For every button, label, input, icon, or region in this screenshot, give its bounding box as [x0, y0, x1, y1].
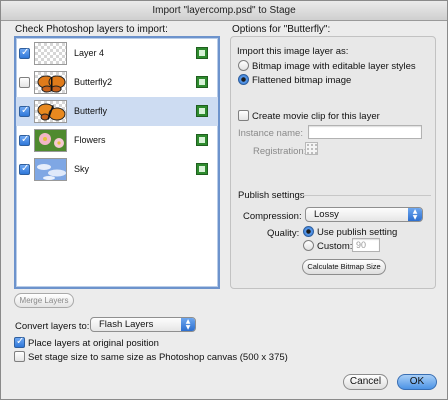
sky-thumbnail — [34, 158, 67, 181]
cancel-button[interactable]: Cancel — [343, 374, 388, 390]
publish-divider — [302, 195, 431, 196]
layer-row-butterfly2[interactable]: Butterfly2 — [16, 68, 218, 97]
layers-panel-header: Check Photoshop layers to import: — [15, 24, 168, 35]
options-panel-header: Options for "Butterfly": — [232, 24, 331, 35]
layer-name: Layer 4 — [74, 48, 105, 58]
calculate-bitmap-size-button[interactable]: Calculate Bitmap Size — [302, 259, 386, 275]
instance-name-field[interactable] — [308, 125, 422, 139]
layer-options-icon[interactable] — [196, 47, 208, 59]
stage-size-label[interactable]: Set stage size to same size as Photoshop… — [28, 352, 288, 363]
custom-quality-radio[interactable] — [303, 240, 314, 251]
layer-checkbox[interactable] — [19, 47, 30, 59]
options-panel: Import this image layer as: Bitmap image… — [230, 36, 436, 289]
registration-grid[interactable] — [305, 142, 318, 155]
flattened-bitmap-radio[interactable] — [238, 74, 249, 85]
place-original-label[interactable]: Place layers at original position — [28, 338, 159, 349]
window-title: Import "layercomp.psd" to Stage — [1, 1, 447, 21]
layer-name: Butterfly2 — [74, 77, 113, 87]
layers-list[interactable]: Layer 4 Butterfly2 Butterfly — [14, 36, 220, 289]
publish-settings-header: Publish settings — [238, 190, 305, 201]
compression-select[interactable]: Lossy ▲ ▼ — [305, 207, 423, 222]
bitmap-editable-label[interactable]: Bitmap image with editable layer styles — [252, 61, 416, 72]
transparent-thumbnail — [34, 42, 67, 65]
movie-clip-label[interactable]: Create movie clip for this layer — [252, 111, 380, 122]
stage-size-checkbox[interactable] — [14, 351, 25, 362]
convert-layers-select[interactable]: Flash Layers ▲ ▼ — [90, 317, 196, 332]
chevron-updown-icon: ▲ ▼ — [181, 318, 195, 331]
layer-row-flowers[interactable]: Flowers — [16, 126, 218, 155]
custom-quality-label[interactable]: Custom: — [317, 241, 352, 252]
import-dialog: Import "layercomp.psd" to Stage Check Ph… — [0, 0, 448, 400]
quality-label: Quality: — [267, 228, 300, 239]
layer-name: Sky — [74, 164, 90, 174]
layer-name: Flowers — [74, 135, 106, 145]
use-publish-setting-label[interactable]: Use publish setting — [317, 227, 397, 238]
layer-options-icon[interactable] — [196, 134, 208, 146]
butterfly-thumbnail — [34, 100, 67, 123]
convert-layers-value: Flash Layers — [99, 319, 154, 330]
layer-checkbox[interactable] — [19, 134, 30, 146]
layer-name: Butterfly — [74, 106, 108, 116]
layer-options-icon[interactable] — [196, 76, 208, 88]
instance-name-label: Instance name: — [238, 128, 303, 139]
registration-label: Registration: — [253, 146, 307, 157]
layer-options-icon[interactable] — [196, 105, 208, 117]
import-as-label: Import this image layer as: — [237, 46, 349, 57]
place-original-checkbox[interactable] — [14, 336, 25, 348]
layer-row-layer-4[interactable]: Layer 4 — [16, 39, 218, 68]
convert-layers-label: Convert layers to: — [15, 321, 90, 332]
flowers-thumbnail — [34, 129, 67, 152]
use-publish-setting-radio[interactable] — [303, 226, 314, 237]
movie-clip-checkbox[interactable] — [238, 110, 249, 121]
layer-row-butterfly[interactable]: Butterfly — [16, 97, 218, 126]
custom-quality-field[interactable]: 90 — [352, 238, 380, 252]
compression-value: Lossy — [314, 209, 339, 220]
layer-checkbox[interactable] — [19, 105, 30, 117]
flattened-bitmap-label[interactable]: Flattened bitmap image — [252, 75, 351, 86]
bitmap-editable-radio[interactable] — [238, 60, 249, 71]
layer-checkbox[interactable] — [19, 163, 30, 175]
layer-checkbox[interactable] — [19, 77, 30, 88]
layer-options-icon[interactable] — [196, 163, 208, 175]
layer-row-sky[interactable]: Sky — [16, 155, 218, 184]
chevron-updown-icon: ▲ ▼ — [408, 208, 422, 221]
compression-label: Compression: — [243, 211, 302, 222]
butterfly-thumbnail — [34, 71, 67, 94]
ok-button[interactable]: OK — [397, 374, 437, 390]
merge-layers-button[interactable]: Merge Layers — [14, 293, 74, 308]
